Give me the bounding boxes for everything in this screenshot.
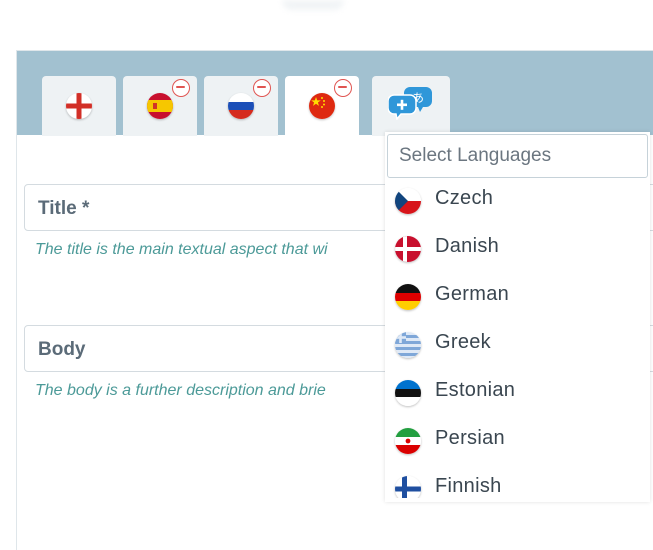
tab-spanish[interactable] <box>123 76 197 136</box>
language-option-label: Danish <box>435 235 500 257</box>
remove-russian-icon[interactable] <box>253 79 271 97</box>
danish-flag-icon <box>395 236 421 262</box>
spain-flag-icon <box>147 93 173 119</box>
title-help-text: The title is the main textual aspect tha… <box>35 241 328 258</box>
greek-flag-icon <box>395 332 421 358</box>
language-option-czech[interactable]: Czech <box>385 180 648 228</box>
language-options-list[interactable]: Czech Danish German Greek Estonian Persi… <box>385 180 648 498</box>
language-dropdown: Czech Danish German Greek Estonian <box>385 132 650 502</box>
russia-flag-icon <box>228 93 254 119</box>
body-help-text: The body is a further description and br… <box>35 382 326 399</box>
china-flag-icon <box>309 93 335 119</box>
language-option-greek[interactable]: Greek <box>385 324 648 372</box>
tab-english[interactable] <box>42 76 116 136</box>
language-option-label: Greek <box>435 331 491 353</box>
persian-flag-icon <box>395 428 421 454</box>
top-shadow <box>282 0 344 10</box>
add-language-icon: あ <box>387 86 433 121</box>
language-option-danish[interactable]: Danish <box>385 228 648 276</box>
remove-chinese-icon[interactable] <box>334 79 352 97</box>
language-option-persian[interactable]: Persian <box>385 420 648 468</box>
england-flag-icon <box>66 93 92 119</box>
language-option-label: German <box>435 283 510 305</box>
estonian-flag-icon <box>395 380 421 406</box>
language-option-finnish[interactable]: Finnish <box>385 468 648 498</box>
tab-chinese[interactable] <box>285 76 359 136</box>
german-flag-icon <box>395 284 421 310</box>
czech-flag-icon <box>395 188 421 214</box>
finnish-flag-icon <box>395 476 421 498</box>
remove-spanish-icon[interactable] <box>172 79 190 97</box>
language-option-label: Persian <box>435 427 505 449</box>
language-search-input[interactable] <box>387 134 648 178</box>
language-option-label: Finnish <box>435 475 502 497</box>
tab-russian[interactable] <box>204 76 278 136</box>
language-option-german[interactable]: German <box>385 276 648 324</box>
body-label: Body <box>38 339 86 360</box>
language-option-label: Czech <box>435 187 494 209</box>
language-option-estonian[interactable]: Estonian <box>385 372 648 420</box>
language-option-label: Estonian <box>435 379 516 401</box>
add-language-tab[interactable]: あ <box>372 76 450 136</box>
title-label: Title * <box>38 198 90 219</box>
